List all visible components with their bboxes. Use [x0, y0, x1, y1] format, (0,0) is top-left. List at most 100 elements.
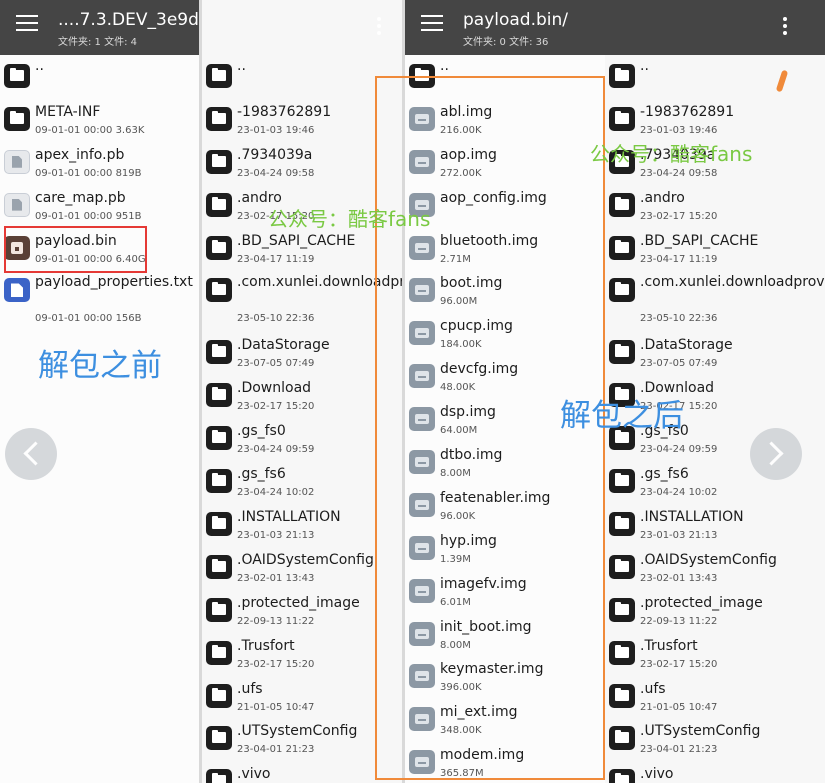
file-list-item[interactable]: -1983762891 23-01-03 19:46 — [605, 98, 825, 141]
file-name: .UTSystemConfig — [237, 723, 358, 740]
file-meta: 23-04-24 10:02 — [640, 487, 718, 499]
file-meta: 23-05-10 22:36 — [640, 313, 718, 325]
folder-icon — [609, 106, 635, 131]
file-name: care_map.pb — [35, 189, 126, 206]
file-name: .. — [35, 58, 44, 74]
file-meta: 23-04-24 09:59 — [237, 444, 315, 456]
file-meta: 23-04-24 09:58 — [640, 167, 718, 179]
folder-icon — [206, 597, 232, 622]
payload-highlight-box — [4, 226, 147, 273]
folder-icon — [609, 769, 635, 783]
folder-icon — [609, 554, 635, 579]
file-list-item[interactable]: .OAIDSystemConfig 23-02-01 13:43 — [202, 546, 402, 589]
parent-directory-row[interactable]: .. — [605, 55, 825, 98]
folder-icon — [206, 340, 232, 365]
file-meta: 23-01-03 19:46 — [640, 124, 718, 136]
file-name: .gs_fs6 — [640, 466, 689, 483]
more-options-icon[interactable] — [376, 17, 382, 37]
file-list-item[interactable]: care_map.pb 09-01-01 00:00 951B — [0, 184, 202, 227]
file-list-item[interactable]: .vivo — [202, 760, 402, 783]
file-list-item[interactable]: .UTSystemConfig 23-04-01 21:23 — [605, 717, 825, 760]
file-list-item[interactable]: META-INF 09-01-01 00:00 3.63K — [0, 98, 202, 141]
file-list-item[interactable]: .Trusfort 23-02-17 15:20 — [202, 632, 402, 675]
file-meta: 23-07-05 07:49 — [640, 358, 718, 370]
folder-icon — [609, 597, 635, 622]
file-list-item[interactable]: .gs_fs6 23-04-24 10:02 — [202, 460, 402, 503]
file-list-item[interactable]: .ufs 21-01-05 10:47 — [202, 675, 402, 718]
file-name: -1983762891 — [640, 103, 735, 120]
file-list-item[interactable]: .INSTALLATION 23-01-03 21:13 — [605, 503, 825, 546]
file-meta: 23-02-17 15:20 — [237, 658, 315, 670]
file-name: .INSTALLATION — [640, 509, 744, 526]
folder-icon — [206, 726, 232, 751]
folder-icon — [206, 149, 232, 174]
file-list-item[interactable]: .Trusfort 23-02-17 15:20 — [605, 632, 825, 675]
file-name: .vivo — [640, 766, 674, 783]
file-list-item[interactable]: apex_info.pb 09-01-01 00:00 819B — [0, 141, 202, 184]
file-meta: 23-02-17 15:20 — [640, 658, 718, 670]
file-name: .protected_image — [237, 594, 360, 611]
file-meta: 23-04-17 11:19 — [640, 253, 718, 265]
folder-icon — [206, 683, 232, 708]
file-name: .. — [440, 58, 449, 74]
folder-icon — [609, 726, 635, 751]
mid-path-title: payload.bin/ — [463, 10, 569, 30]
file-list-item[interactable]: .com.xunlei.downloadprovider 23-05-10 22:… — [605, 269, 825, 331]
left-path-title: ....7.3.DEV_3e9d2f2eb1_13.0.zip/ — [58, 10, 202, 30]
file-list-item[interactable]: payload_properties.txt 09-01-01 00:00 156… — [0, 269, 202, 331]
file-list-item[interactable]: .ufs 21-01-05 10:47 — [605, 675, 825, 718]
file-meta: 23-05-10 22:36 — [237, 313, 315, 325]
file-meta: 22-09-13 11:22 — [640, 615, 718, 627]
watermark-text: 公众号：酷客fans — [268, 207, 431, 231]
more-options-icon[interactable] — [782, 17, 788, 37]
folder-icon — [206, 512, 232, 537]
folder-list-pane-a: .. -1983762891 23-01-03 19:46 .7934039a 23-0… — [202, 0, 402, 783]
file-meta: 23-04-24 09:59 — [640, 444, 718, 456]
file-meta: 09-01-01 00:00 819B — [35, 167, 142, 179]
file-list-item[interactable]: .UTSystemConfig 23-04-01 21:23 — [202, 717, 402, 760]
file-list-item[interactable]: .DataStorage 23-07-05 07:49 — [605, 331, 825, 374]
left-appbar: ....7.3.DEV_3e9d2f2eb1_13.0.zip/ 文件夹: 1 … — [0, 0, 202, 55]
file-meta: 23-07-05 07:49 — [237, 358, 315, 370]
folder-icon — [609, 340, 635, 365]
file-name: .OAIDSystemConfig — [640, 551, 777, 568]
file-list-item[interactable]: .7934039a 23-04-24 09:58 — [202, 141, 402, 184]
file-meta: 23-01-03 21:13 — [237, 530, 315, 542]
previous-page-button[interactable] — [5, 428, 57, 480]
file-name: .7934039a — [237, 146, 313, 163]
file-list-item[interactable]: .vivo — [605, 760, 825, 783]
file-meta: 23-01-03 21:13 — [640, 530, 718, 542]
file-name: -1983762891 — [237, 103, 332, 120]
file-list-item[interactable]: .andro 23-02-17 15:20 — [605, 184, 825, 227]
file-name: .DataStorage — [237, 337, 330, 354]
file-list-item[interactable]: .INSTALLATION 23-01-03 21:13 — [202, 503, 402, 546]
file-name: .BD_SAPI_CACHE — [640, 232, 759, 249]
folder-icon — [609, 64, 635, 88]
file-name: .. — [237, 58, 246, 74]
folder-icon — [206, 278, 232, 303]
file-list-item[interactable]: .protected_image 22-09-13 11:22 — [202, 589, 402, 632]
file-list-item[interactable]: .BD_SAPI_CACHE 23-04-17 11:19 — [605, 227, 825, 270]
folder-icon — [206, 469, 232, 494]
hamburger-menu-icon[interactable] — [16, 15, 38, 37]
file-list-item[interactable]: .Download 23-02-17 15:20 — [202, 374, 402, 417]
next-page-button[interactable] — [750, 428, 802, 480]
folder-icon — [609, 683, 635, 708]
folder-icon — [609, 192, 635, 217]
document-icon — [4, 192, 30, 217]
file-meta: 23-02-17 15:20 — [237, 401, 315, 413]
file-list-item[interactable]: .protected_image 22-09-13 11:22 — [605, 589, 825, 632]
folder-icon — [609, 469, 635, 494]
file-list-item[interactable]: .gs_fs0 23-04-24 09:59 — [202, 417, 402, 460]
file-list-item[interactable]: .DataStorage 23-07-05 07:49 — [202, 331, 402, 374]
file-list-item[interactable]: .com.xunlei.downloadprovider 23-05-10 22:… — [202, 269, 402, 331]
file-list-item[interactable]: .BD_SAPI_CACHE 23-04-17 11:19 — [202, 227, 402, 270]
hamburger-menu-icon[interactable] — [421, 15, 443, 37]
file-meta: 23-04-24 10:02 — [237, 487, 315, 499]
file-list-item[interactable]: -1983762891 23-01-03 19:46 — [202, 98, 402, 141]
parent-directory-row[interactable]: .. — [0, 55, 202, 98]
folder-icon — [609, 278, 635, 303]
file-list-item[interactable]: .OAIDSystemConfig 23-02-01 13:43 — [605, 546, 825, 589]
parent-directory-row[interactable]: .. — [202, 55, 402, 98]
file-meta: 09-01-01 00:00 156B — [35, 313, 142, 325]
